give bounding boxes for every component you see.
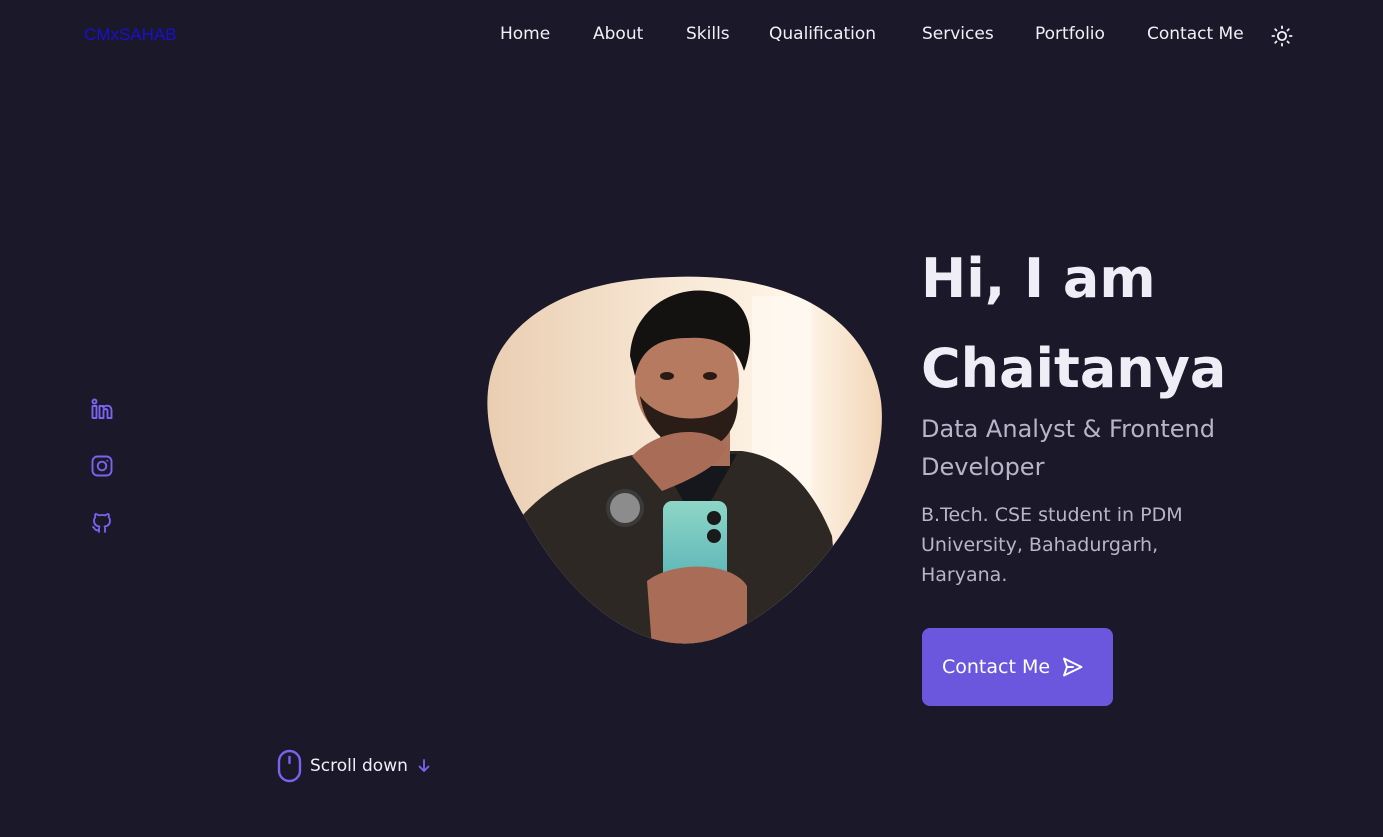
instagram-icon[interactable] — [90, 454, 114, 478]
nav-home[interactable]: Home — [500, 24, 550, 44]
mouse-icon — [277, 749, 302, 783]
hero-title: Hi, I am Chaitanya — [921, 234, 1341, 414]
nav-qualification[interactable]: Qualification — [769, 24, 876, 44]
contact-me-button[interactable]: Contact Me — [922, 628, 1113, 706]
nav-services[interactable]: Services — [922, 24, 994, 44]
hero-subtitle: Data Analyst & Frontend Developer — [921, 415, 1215, 481]
scroll-down-link[interactable]: Scroll down — [277, 749, 432, 783]
main-nav: Home About Skills Qualification Services… — [0, 24, 1383, 48]
hero-title-name: Chaitanya — [921, 337, 1227, 400]
nav-contact[interactable]: Contact Me — [1147, 24, 1244, 44]
hero-description: B.Tech. CSE student in PDM University, B… — [921, 504, 1183, 586]
send-icon — [1063, 657, 1083, 677]
github-icon[interactable] — [90, 511, 114, 535]
linkedin-icon[interactable] — [90, 397, 114, 421]
profile-photo — [487, 276, 882, 644]
hero-intro: Hi, I am Chaitanya Data Analyst & Fronte… — [921, 234, 1341, 590]
nav-about[interactable]: About — [593, 24, 643, 44]
nav-skills[interactable]: Skills — [686, 24, 730, 44]
social-links — [90, 397, 116, 568]
contact-me-label: Contact Me — [942, 656, 1051, 678]
hero-title-line1: Hi, I am — [921, 247, 1156, 310]
nav-portfolio[interactable]: Portfolio — [1035, 24, 1105, 44]
scroll-down-label: Scroll down — [310, 756, 408, 776]
sun-icon[interactable] — [1271, 25, 1293, 47]
arrow-down-icon — [418, 759, 430, 772]
